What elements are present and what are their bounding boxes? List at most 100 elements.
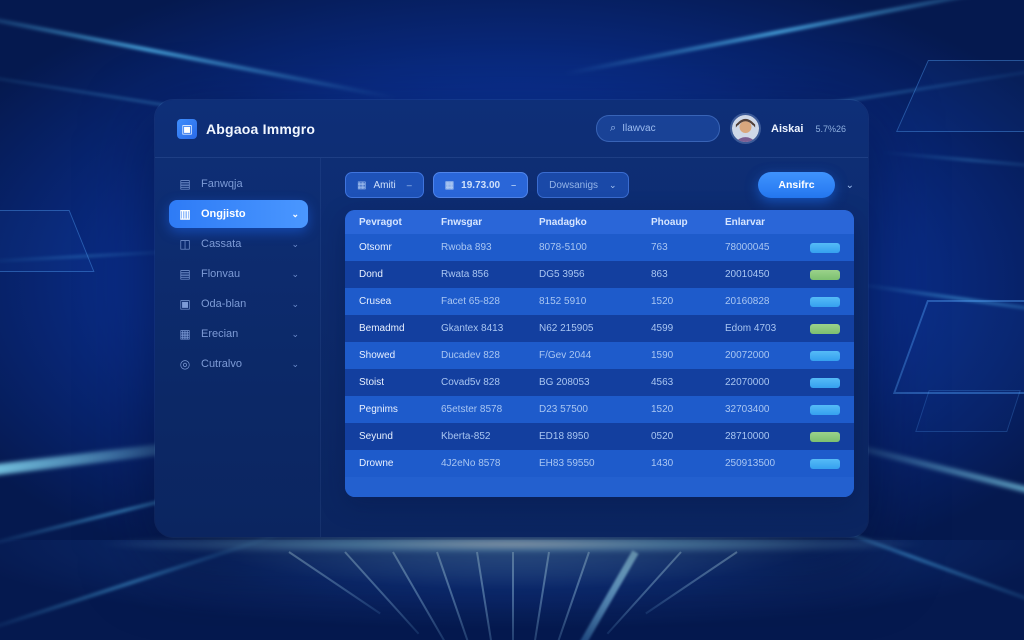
table-cell: 763	[651, 242, 725, 253]
sidebar-item-ongjisto[interactable]: ▥ Ongjisto ⌄	[169, 200, 308, 228]
bottom-glow	[0, 540, 1024, 640]
table-cell: Crusea	[359, 296, 441, 307]
table-cell: Bemadmd	[359, 323, 441, 334]
chevron-down-icon: ⌄	[609, 180, 617, 191]
table-cell: ED18 8950	[539, 431, 651, 442]
table-cell: Gkantex 8413	[441, 323, 539, 334]
table-cell: 1520	[651, 404, 725, 415]
briefcase-icon: ▦	[178, 327, 192, 341]
table-cell: 4J2eNo 8578	[441, 458, 539, 469]
chevron-down-icon: ⌄	[291, 299, 299, 310]
filter-chip-19-73-00[interactable]: ▦19.73.00–	[433, 172, 528, 198]
copy-icon: ◫	[178, 237, 192, 251]
sidebar-item-label: Cassata	[201, 238, 241, 250]
column-header: Fnwsgar	[441, 217, 539, 228]
table-row[interactable]: ShowedDucadev 828F/Gev 2044159020072000	[345, 342, 854, 369]
sidebar-item-fanwqja[interactable]: ▤Fanwqja	[169, 170, 308, 198]
filter-chip-label: Amiti	[373, 180, 395, 191]
table-cell: BG 208053	[539, 377, 651, 388]
table-cell: Facet 65-828	[441, 296, 539, 307]
building-icon: ▦	[357, 180, 366, 191]
search-input[interactable]: ⌕ Ilawvac	[596, 115, 720, 142]
floor-ray	[552, 552, 590, 640]
table-row[interactable]: BemadmdGkantex 8413N62 2159054599Edom 47…	[345, 315, 854, 342]
app-header: ▣ Abgaoa Immgro ⌕ Ilawvac Aiskai 5.7%26	[155, 100, 868, 158]
filter-chip-dowsanigs[interactable]: Dowsanigs ⌄	[537, 172, 628, 198]
main-content: ▦ Amiti – ▦19.73.00– Dowsanigs ⌄ Ansifrc ⌄ Pe…	[321, 158, 880, 537]
table-cell: EH83 59550	[539, 458, 651, 469]
bottom-glow-line	[0, 537, 1024, 551]
table-cell: Ducadev 828	[441, 350, 539, 361]
sidebar-item-label: Ongjisto	[201, 208, 246, 220]
chevron-down-icon: –	[407, 180, 412, 190]
table-cell: 1520	[651, 296, 725, 307]
table-row[interactable]: StoistCovad5v 828BG 208053456322070000	[345, 369, 854, 396]
sidebar-item-flonvau[interactable]: ▤Flonvau⌄	[169, 260, 308, 288]
table-cell: 8152 5910	[539, 296, 651, 307]
chevron-down-icon: ⌄	[291, 209, 299, 220]
chevron-down-icon[interactable]: ⌄	[846, 180, 854, 191]
calendar-icon: ▦	[445, 180, 454, 191]
table-cell: 8078-5100	[539, 242, 651, 253]
table-cell: 65etster 8578	[441, 404, 539, 415]
table-cell: 20010450	[725, 269, 810, 280]
table-cell: N62 215905	[539, 323, 651, 334]
floor-ray	[607, 551, 682, 634]
sidebar: ▤Fanwqja▥Ongjisto⌄◫Cassata⌄▤Flonvau⌄▣Oda…	[155, 158, 321, 537]
status-badge	[810, 351, 840, 361]
floor-ray	[476, 552, 495, 640]
status-badge	[810, 378, 840, 388]
avatar[interactable]	[732, 115, 759, 142]
status-badge	[810, 324, 840, 334]
table-row[interactable]: DondRwata 856DG5 395686320010450	[345, 261, 854, 288]
circuit-shape	[893, 300, 1024, 394]
filter-chip-label: Dowsanigs	[549, 180, 598, 191]
table-cell: Pegnims	[359, 404, 441, 415]
table-cell: 20160828	[725, 296, 810, 307]
sidebar-item-cassata[interactable]: ◫Cassata⌄	[169, 230, 308, 258]
user-name[interactable]: Aiskai	[771, 123, 803, 135]
table-cell: 863	[651, 269, 725, 280]
table-cell: 0520	[651, 431, 725, 442]
floor-ray	[645, 551, 737, 614]
list-icon: ▤	[178, 267, 192, 281]
table-row[interactable]: Drowne4J2eNo 8578EH83 595501430250913500	[345, 450, 854, 477]
table-row[interactable]: Pegnims65etster 8578D23 5750015203270340…	[345, 396, 854, 423]
column-header: Pevragot	[359, 217, 441, 228]
floor-ray	[288, 551, 380, 614]
chevron-down-icon: ⌄	[291, 359, 299, 370]
table-cell: Kberta-852	[441, 431, 539, 442]
user-meta: 5.7%26	[815, 124, 846, 134]
table-row[interactable]: OtsomrRwoba 8938078-510076378000045	[345, 234, 854, 261]
data-table: PevragotFnwsgarPnadagkoPhoaupEnlarvar Ot…	[345, 210, 854, 497]
table-cell: Showed	[359, 350, 441, 361]
sidebar-item-erecian[interactable]: ▦Erecian⌄	[169, 320, 308, 348]
table-row[interactable]: SeyundKberta-852ED18 8950052028710000	[345, 423, 854, 450]
table-cell: 32703400	[725, 404, 810, 415]
primary-action-button[interactable]: Ansifrc	[758, 172, 834, 198]
table-cell: 20072000	[725, 350, 810, 361]
status-badge	[810, 432, 840, 442]
grid-icon: ▣	[178, 297, 192, 311]
layers-icon: ▥	[178, 207, 192, 221]
sidebar-item-oda-blan[interactable]: ▣Oda-blan⌄	[169, 290, 308, 318]
table-cell: F/Gev 2044	[539, 350, 651, 361]
table-cell: 28710000	[725, 431, 810, 442]
light-streak	[0, 8, 396, 100]
table-footer	[345, 477, 854, 497]
sidebar-item-cutralvo[interactable]: ◎Cutralvo⌄	[169, 350, 308, 378]
filter-chip-amiti[interactable]: ▦ Amiti –	[345, 172, 424, 198]
floor-ray	[392, 552, 449, 640]
floor-ray	[512, 552, 514, 640]
column-header: Enlarvar	[725, 217, 810, 228]
status-badge	[810, 405, 840, 415]
column-header: Phoaup	[651, 217, 725, 228]
column-header: Pnadagko	[539, 217, 651, 228]
sidebar-item-label: Fanwqja	[201, 178, 243, 190]
light-streak	[880, 151, 1024, 170]
toolbar: ▦ Amiti – ▦19.73.00– Dowsanigs ⌄ Ansifrc ⌄	[345, 172, 854, 198]
table-cell: DG5 3956	[539, 269, 651, 280]
table-row[interactable]: CruseaFacet 65-8288152 5910152020160828	[345, 288, 854, 315]
table-cell: Rwoba 893	[441, 242, 539, 253]
table-cell: Otsomr	[359, 242, 441, 253]
